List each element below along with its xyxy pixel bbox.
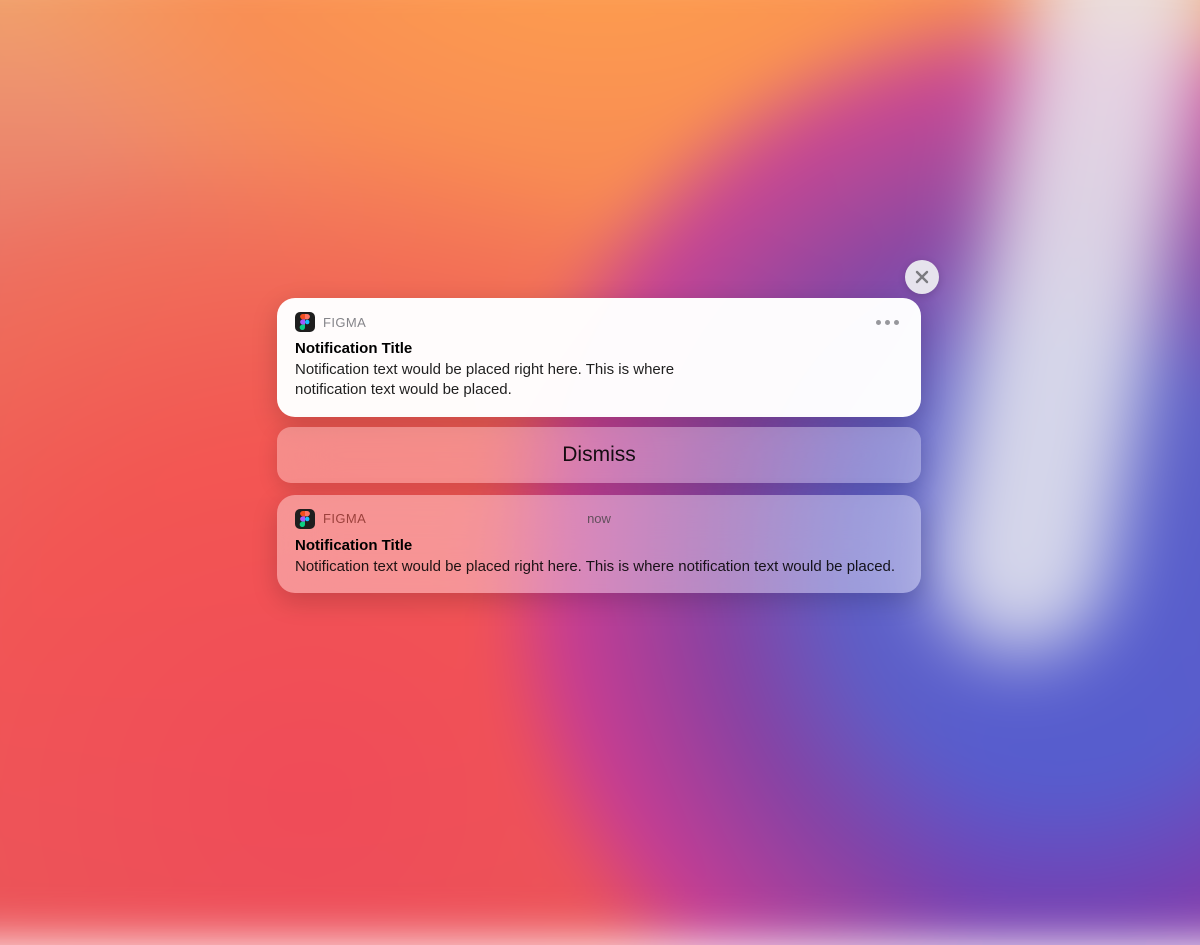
app-name-label: FIGMA bbox=[323, 511, 366, 526]
close-icon bbox=[915, 270, 929, 284]
app-name-label: FIGMA bbox=[323, 315, 366, 330]
notification-header: FIGMA bbox=[295, 312, 903, 332]
notification-body: Notification text would be placed right … bbox=[295, 557, 903, 577]
figma-app-icon bbox=[295, 509, 315, 529]
close-button[interactable] bbox=[905, 260, 939, 294]
notification-card-expanded[interactable]: FIGMA Notification Title Notification te… bbox=[277, 298, 921, 417]
spacer bbox=[277, 483, 921, 495]
more-options-button[interactable] bbox=[872, 316, 903, 329]
notification-header: FIGMA now bbox=[295, 509, 903, 529]
more-dot-icon bbox=[894, 320, 899, 325]
notification-body: Notification text would be placed right … bbox=[295, 360, 715, 401]
wallpaper-accent bbox=[919, 0, 1200, 668]
dismiss-button[interactable]: Dismiss bbox=[277, 427, 921, 483]
notification-card[interactable]: FIGMA now Notification Title Notificatio… bbox=[277, 495, 921, 593]
notification-title: Notification Title bbox=[295, 340, 903, 357]
notification-timestamp: now bbox=[587, 511, 611, 526]
more-dot-icon bbox=[885, 320, 890, 325]
notification-stack: FIGMA Notification Title Notification te… bbox=[277, 298, 921, 593]
dismiss-label: Dismiss bbox=[562, 443, 636, 467]
notification-title: Notification Title bbox=[295, 537, 903, 554]
figma-app-icon bbox=[295, 312, 315, 332]
more-dot-icon bbox=[876, 320, 881, 325]
